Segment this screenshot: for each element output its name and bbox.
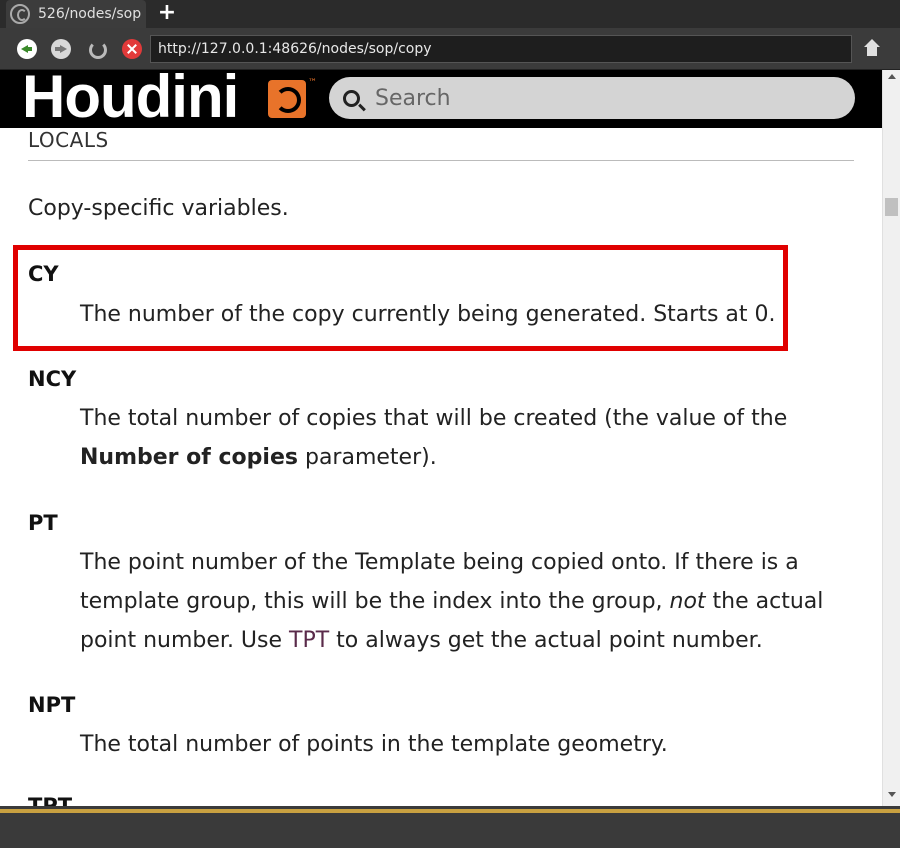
reload-button[interactable]	[87, 39, 107, 59]
forward-button[interactable]	[51, 39, 71, 59]
variable-name-pt: PT	[28, 511, 58, 535]
variable-name-ncy: NCY	[28, 367, 77, 391]
back-button[interactable]	[17, 39, 37, 59]
desc-text: The total number of copies that will be …	[80, 406, 788, 431]
vertical-scrollbar[interactable]	[882, 70, 900, 806]
address-bar[interactable]: http://127.0.0.1:48626/nodes/sop/copy	[150, 35, 852, 63]
variable-desc-pt: The point number of the Template being c…	[80, 543, 840, 660]
panel-divider	[0, 809, 900, 813]
variable-name-npt: NPT	[28, 693, 76, 717]
scroll-thumb[interactable]	[885, 198, 898, 216]
variable-name-tpt: TPT	[28, 794, 73, 806]
page-viewport: LOCALS Copy-specific variables. CY The n…	[0, 70, 900, 806]
loading-icon	[10, 4, 30, 24]
desc-text: The point number of the Template being c…	[80, 550, 799, 575]
navigation-bar: http://127.0.0.1:48626/nodes/sop/copy	[0, 28, 900, 70]
scroll-down-arrow-icon[interactable]	[888, 792, 896, 797]
stop-button[interactable]	[122, 39, 142, 59]
search-icon	[343, 90, 360, 107]
desc-text: the actual	[705, 589, 824, 614]
desc-text: to always get the actual point number.	[329, 628, 763, 653]
trademark-symbol: ™	[308, 78, 317, 88]
home-icon[interactable]	[862, 39, 882, 59]
parameter-name: Number of copies	[80, 445, 298, 470]
new-tab-button[interactable]: +	[156, 1, 178, 25]
desc-text: template group, this will be the index i…	[80, 589, 670, 614]
houdini-logo[interactable]: Houdini	[22, 70, 239, 130]
desc-text: parameter).	[297, 445, 437, 470]
tpt-link[interactable]: TPT	[289, 628, 329, 653]
bottom-panel	[0, 806, 900, 848]
variable-desc-npt: The total number of points in the templa…	[80, 732, 668, 757]
desc-text: point number. Use	[80, 628, 290, 653]
tab-title: 526/nodes/sop	[38, 6, 142, 22]
site-header: Houdini ™	[0, 70, 882, 130]
help-content: LOCALS Copy-specific variables. CY The n…	[0, 70, 882, 806]
browser-tab[interactable]: 526/nodes/sop	[6, 0, 146, 28]
search-input[interactable]	[375, 77, 835, 119]
tab-strip: 526/nodes/sop +	[0, 0, 900, 28]
highlight-box	[13, 245, 788, 351]
section-divider	[28, 160, 854, 161]
search-box[interactable]	[329, 77, 855, 119]
section-heading: LOCALS	[28, 128, 109, 152]
houdini-swirl-icon	[268, 80, 306, 118]
emphasis-text: not	[669, 589, 706, 614]
variable-desc-ncy: The total number of copies that will be …	[80, 399, 840, 477]
scroll-up-arrow-icon[interactable]	[888, 74, 896, 79]
intro-text: Copy-specific variables.	[28, 196, 289, 221]
